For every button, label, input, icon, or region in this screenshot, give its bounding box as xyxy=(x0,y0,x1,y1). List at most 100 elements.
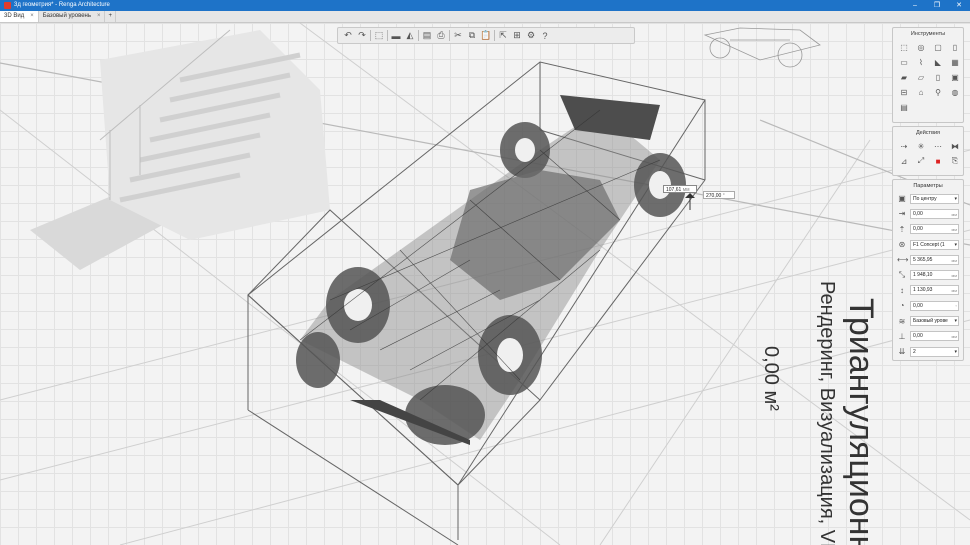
column-icon[interactable]: ▯ xyxy=(949,41,961,53)
paste-icon[interactable]: 📋 xyxy=(480,30,492,42)
beam-icon[interactable]: ▭ xyxy=(898,56,910,68)
dimension-length-unit: мм xyxy=(682,187,690,193)
parameter-value: 5 365,95 xyxy=(913,256,933,263)
view-toolbar: ↶ ↷ ⬚ ▬ ◭ ▤ ⎙ ✂ ⧉ 📋 ⇱ ⊞ ⚙ ? xyxy=(337,27,635,44)
parameter-row: ↕ 1 130,93 мм xyxy=(893,283,963,298)
help-icon[interactable]: ? xyxy=(539,30,551,42)
model-text-icon[interactable]: ◎ xyxy=(915,41,927,53)
cut-icon[interactable]: ✂ xyxy=(452,30,464,42)
parameter-row: ⇊ 2 ▾ xyxy=(893,344,963,359)
tab-3d-view[interactable]: 3D Вид × xyxy=(0,11,39,22)
parameter-dropdown[interactable]: По центру ▾ xyxy=(910,193,959,204)
undo-icon[interactable]: ↶ xyxy=(342,30,354,42)
tools-panel: Инструменты ⬚ ◎ ▢ ▯ ▭ ⌇ ◣ ▦ ▰ ▱ ▯ ▣ ⊟ ⌂ … xyxy=(892,27,964,123)
parameter-row: ▣ По центру ▾ xyxy=(893,191,963,206)
length-icon: ⟷ xyxy=(897,255,909,265)
parameter-unit: мм xyxy=(951,334,958,340)
parameter-value: F1 Concept (1 xyxy=(913,241,945,248)
parameter-value: 1 130,93 xyxy=(913,287,933,294)
tab-base-level[interactable]: Базовый уровень × xyxy=(39,11,106,22)
view-cube-icon[interactable]: ⬚ xyxy=(373,30,385,42)
mirror-icon[interactable]: ⧓ xyxy=(949,140,961,152)
opening-icon[interactable]: ▱ xyxy=(915,71,927,83)
dimension-length-input[interactable]: 107,61 мм xyxy=(663,185,697,193)
add-tab-button[interactable]: + xyxy=(105,11,116,22)
parameter-dropdown[interactable]: 2 ▾ xyxy=(910,346,959,357)
parameter-input[interactable]: 0,00 мм xyxy=(910,224,959,235)
chevron-down-icon: ▾ xyxy=(954,348,957,355)
parameter-row: ⇡ 0,00 мм xyxy=(893,222,963,237)
parameter-input[interactable]: 1 948,10 мм xyxy=(910,270,959,281)
minimize-button[interactable]: – xyxy=(904,0,926,11)
parameter-unit: мм xyxy=(951,273,958,279)
parameter-input[interactable]: 0,00 ° xyxy=(910,300,959,311)
tab-label: Базовый уровень xyxy=(42,13,91,19)
rotate-icon[interactable]: ✳ xyxy=(915,140,927,152)
wall-icon[interactable]: ▢ xyxy=(932,41,944,53)
parameters-panel: Параметры ▣ По центру ▾ ⇥ 0,00 мм ⇡ 0,00 мм ⊛ F1 C… xyxy=(892,179,964,361)
stair-icon[interactable]: ▦ xyxy=(949,56,961,68)
placement-icon: ▣ xyxy=(898,194,906,204)
width-icon: ⤡ xyxy=(898,270,906,280)
model-icon[interactable]: ▤ xyxy=(898,101,910,113)
toolbar-separator xyxy=(387,30,388,41)
railing-icon[interactable]: ⌇ xyxy=(915,56,927,68)
3d-viewport[interactable]: Триангуляционн Рендеринг, Визуализация, … xyxy=(0,23,970,545)
actions-panel: Действия ⇢ ✳ ⋯ ⧓ ⊿ ⤢ ■ ⎘ xyxy=(892,126,964,176)
properties-icon[interactable]: ⊞ xyxy=(511,30,523,42)
parameter-input[interactable]: 0,00 мм xyxy=(910,208,959,219)
room-icon[interactable]: ⌂ xyxy=(915,86,927,98)
visibility-icon[interactable]: ▤ xyxy=(421,30,433,42)
angle-icon: ◔ xyxy=(899,301,905,311)
export-icon[interactable]: ⇱ xyxy=(497,30,509,42)
parameter-row: ⊛ F1 Concept (1 ▾ xyxy=(893,237,963,252)
tab-label: 3D Вид xyxy=(4,13,25,19)
maximize-button[interactable]: ❐ xyxy=(926,0,948,11)
model-text-line1: Триангуляционн xyxy=(842,298,880,545)
redo-icon[interactable]: ↷ xyxy=(356,30,368,42)
parameter-input[interactable]: 0,00 мм xyxy=(910,331,959,342)
print-icon[interactable]: ⎙ xyxy=(435,30,447,42)
parameter-unit: мм xyxy=(951,257,958,263)
chevron-down-icon: ▾ xyxy=(954,241,957,248)
equipment-icon[interactable]: ⚲ xyxy=(932,86,944,98)
select-arrow-icon[interactable]: ⬚ xyxy=(898,41,910,53)
tab-close-icon[interactable]: × xyxy=(97,11,101,22)
offset-x-icon: ⇥ xyxy=(898,209,906,219)
furniture-icon[interactable]: ◍ xyxy=(949,86,961,98)
dimension-angle-input[interactable]: 270,00 ° xyxy=(703,191,735,199)
align-icon[interactable]: ⊿ xyxy=(898,155,910,167)
layers-icon[interactable]: ◭ xyxy=(404,30,416,42)
tab-close-icon[interactable]: × xyxy=(30,11,34,22)
door-icon[interactable]: ▯ xyxy=(932,71,944,83)
measure-icon[interactable]: ⤢ xyxy=(915,155,927,167)
parameter-row: ◔ 0,00 ° xyxy=(893,298,963,313)
parameter-value: 0,00 xyxy=(913,302,923,309)
parameter-dropdown[interactable]: F1 Concept (1 ▾ xyxy=(910,239,959,250)
toolbar-separator xyxy=(418,30,419,41)
close-window-button[interactable]: ✕ xyxy=(948,0,970,11)
parameter-value: Базовый урове xyxy=(913,318,948,325)
dimension-angle-value: 270,00 xyxy=(706,193,722,199)
delete-icon[interactable]: ■ xyxy=(932,155,944,167)
parameter-dropdown[interactable]: Базовый урове ▾ xyxy=(910,316,959,327)
parameter-value: 0,00 xyxy=(913,210,923,217)
move-icon[interactable]: ⇢ xyxy=(898,140,910,152)
window-icon[interactable]: ▣ xyxy=(949,71,961,83)
actions-grid: ⇢ ✳ ⋯ ⧓ ⊿ ⤢ ■ ⎘ xyxy=(893,136,963,171)
level-icon: ≋ xyxy=(898,316,906,326)
copy-properties-icon[interactable]: ⎘ xyxy=(949,155,961,167)
array-icon[interactable]: ⋯ xyxy=(932,140,944,152)
parameter-value: 2 xyxy=(913,348,916,355)
parameter-input[interactable]: 1 130,93 мм xyxy=(910,285,959,296)
toolbar-separator xyxy=(494,30,495,41)
ramp-icon[interactable]: ⊟ xyxy=(898,86,910,98)
elevation-icon: ⊥ xyxy=(898,331,906,341)
settings-icon[interactable]: ⚙ xyxy=(525,30,537,42)
roof-icon[interactable]: ◣ xyxy=(932,56,944,68)
section-box-icon[interactable]: ▬ xyxy=(390,30,402,42)
floor-icon[interactable]: ▰ xyxy=(898,71,910,83)
copy-icon[interactable]: ⧉ xyxy=(466,30,478,42)
parameter-input[interactable]: 5 365,95 мм xyxy=(910,254,959,265)
dimension-angle-unit: ° xyxy=(722,193,725,199)
